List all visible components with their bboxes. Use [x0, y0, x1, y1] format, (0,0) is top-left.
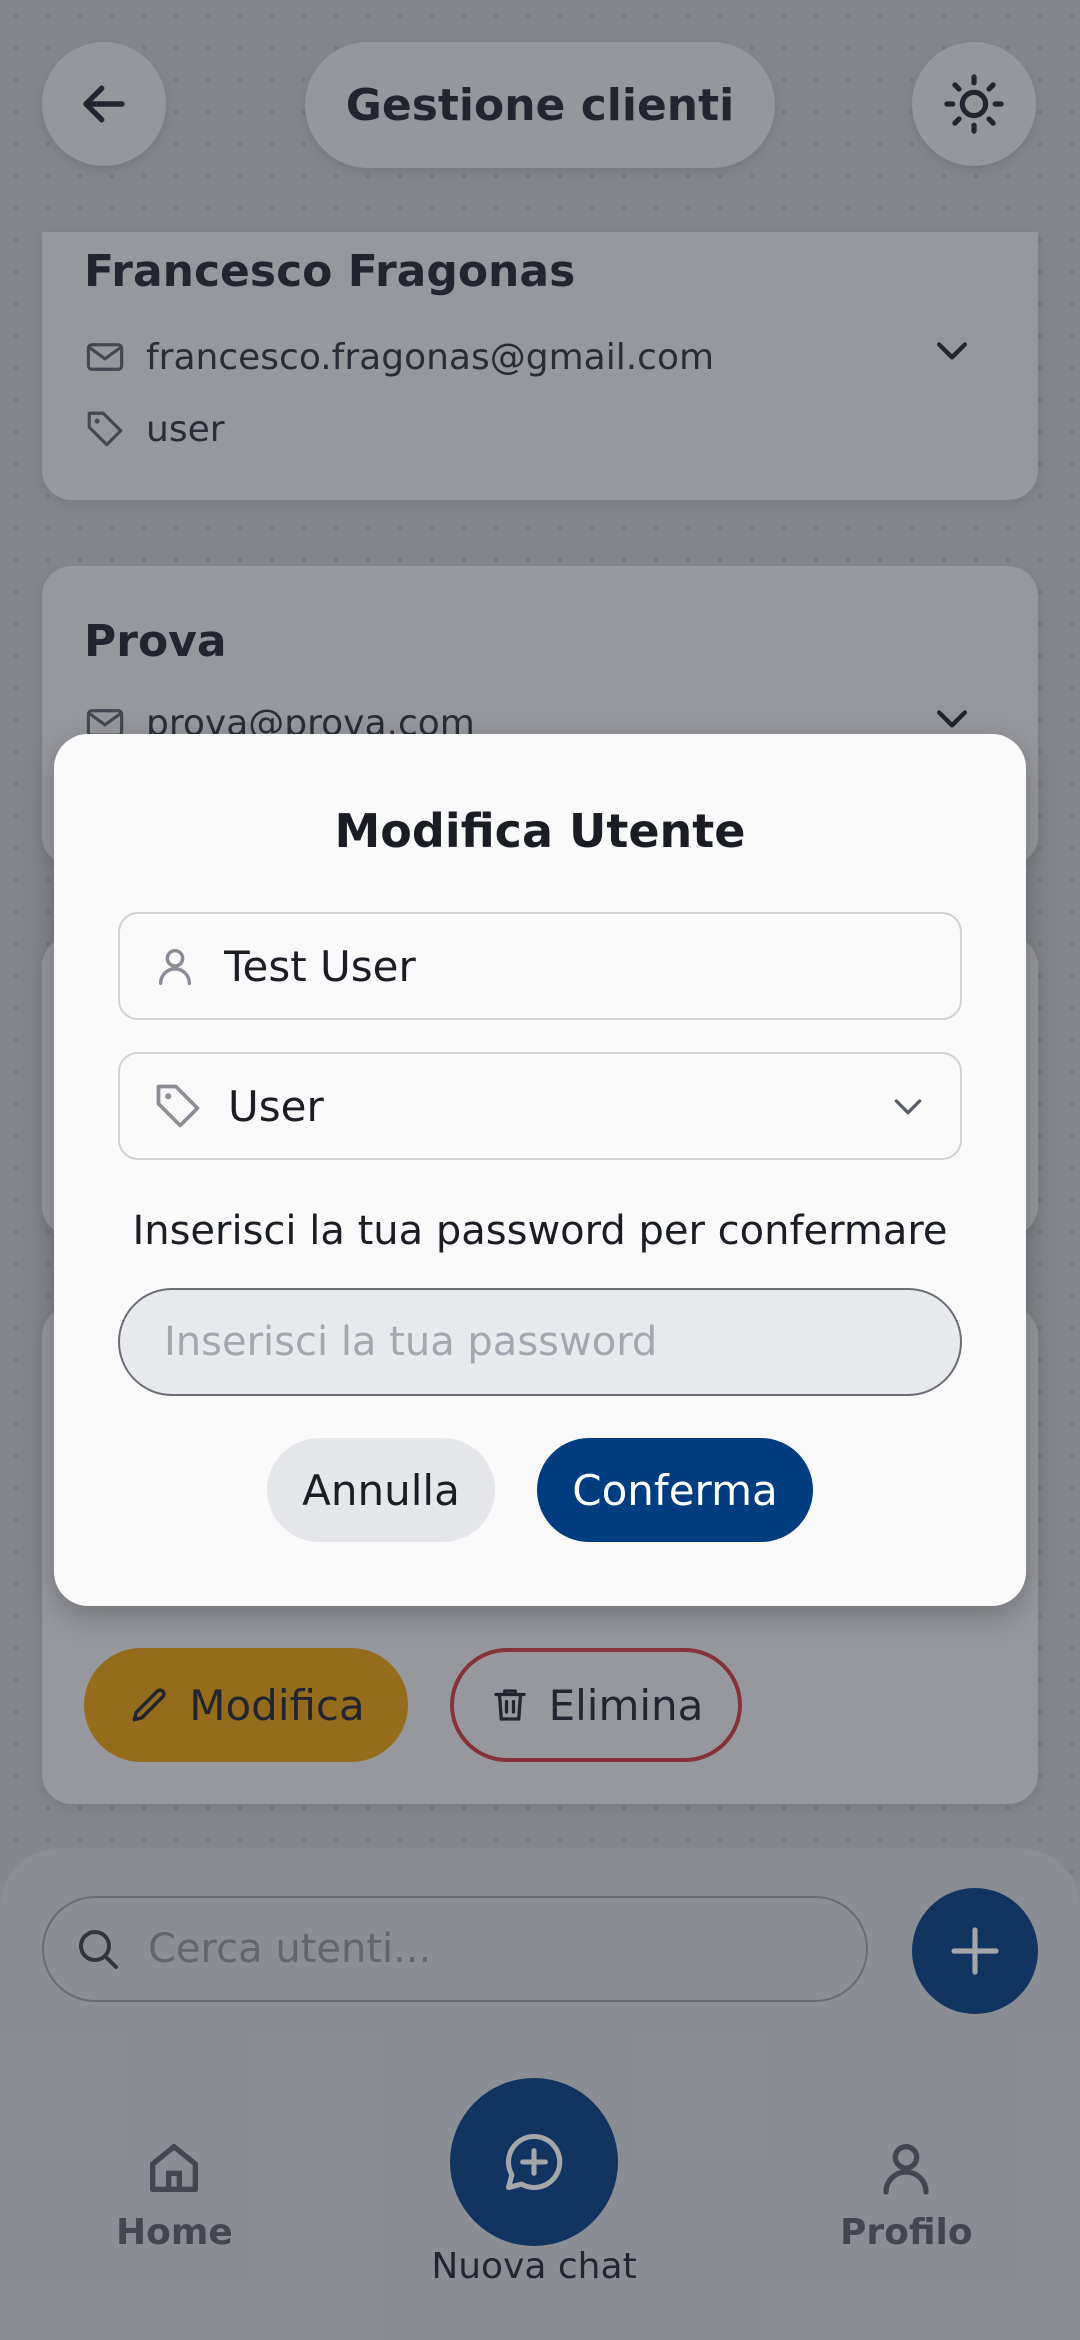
role-select[interactable]: User: [118, 1052, 962, 1160]
name-input[interactable]: [222, 940, 876, 992]
cancel-button[interactable]: Annulla: [267, 1438, 495, 1542]
edit-user-dialog: Modifica Utente User Inserisci la tua pa…: [54, 734, 1026, 1606]
password-input[interactable]: [162, 1318, 926, 1366]
tag-icon: [156, 1084, 200, 1128]
password-prompt: Inserisci la tua password per confermare: [132, 1208, 948, 1254]
confirm-button[interactable]: Conferma: [537, 1438, 813, 1542]
password-field[interactable]: [118, 1288, 962, 1396]
dialog-title: Modifica Utente: [334, 804, 746, 858]
name-field[interactable]: [118, 912, 962, 1020]
user-icon: [158, 948, 192, 985]
chevron-down-icon: [894, 1099, 922, 1115]
role-select-value: User: [228, 1081, 324, 1131]
